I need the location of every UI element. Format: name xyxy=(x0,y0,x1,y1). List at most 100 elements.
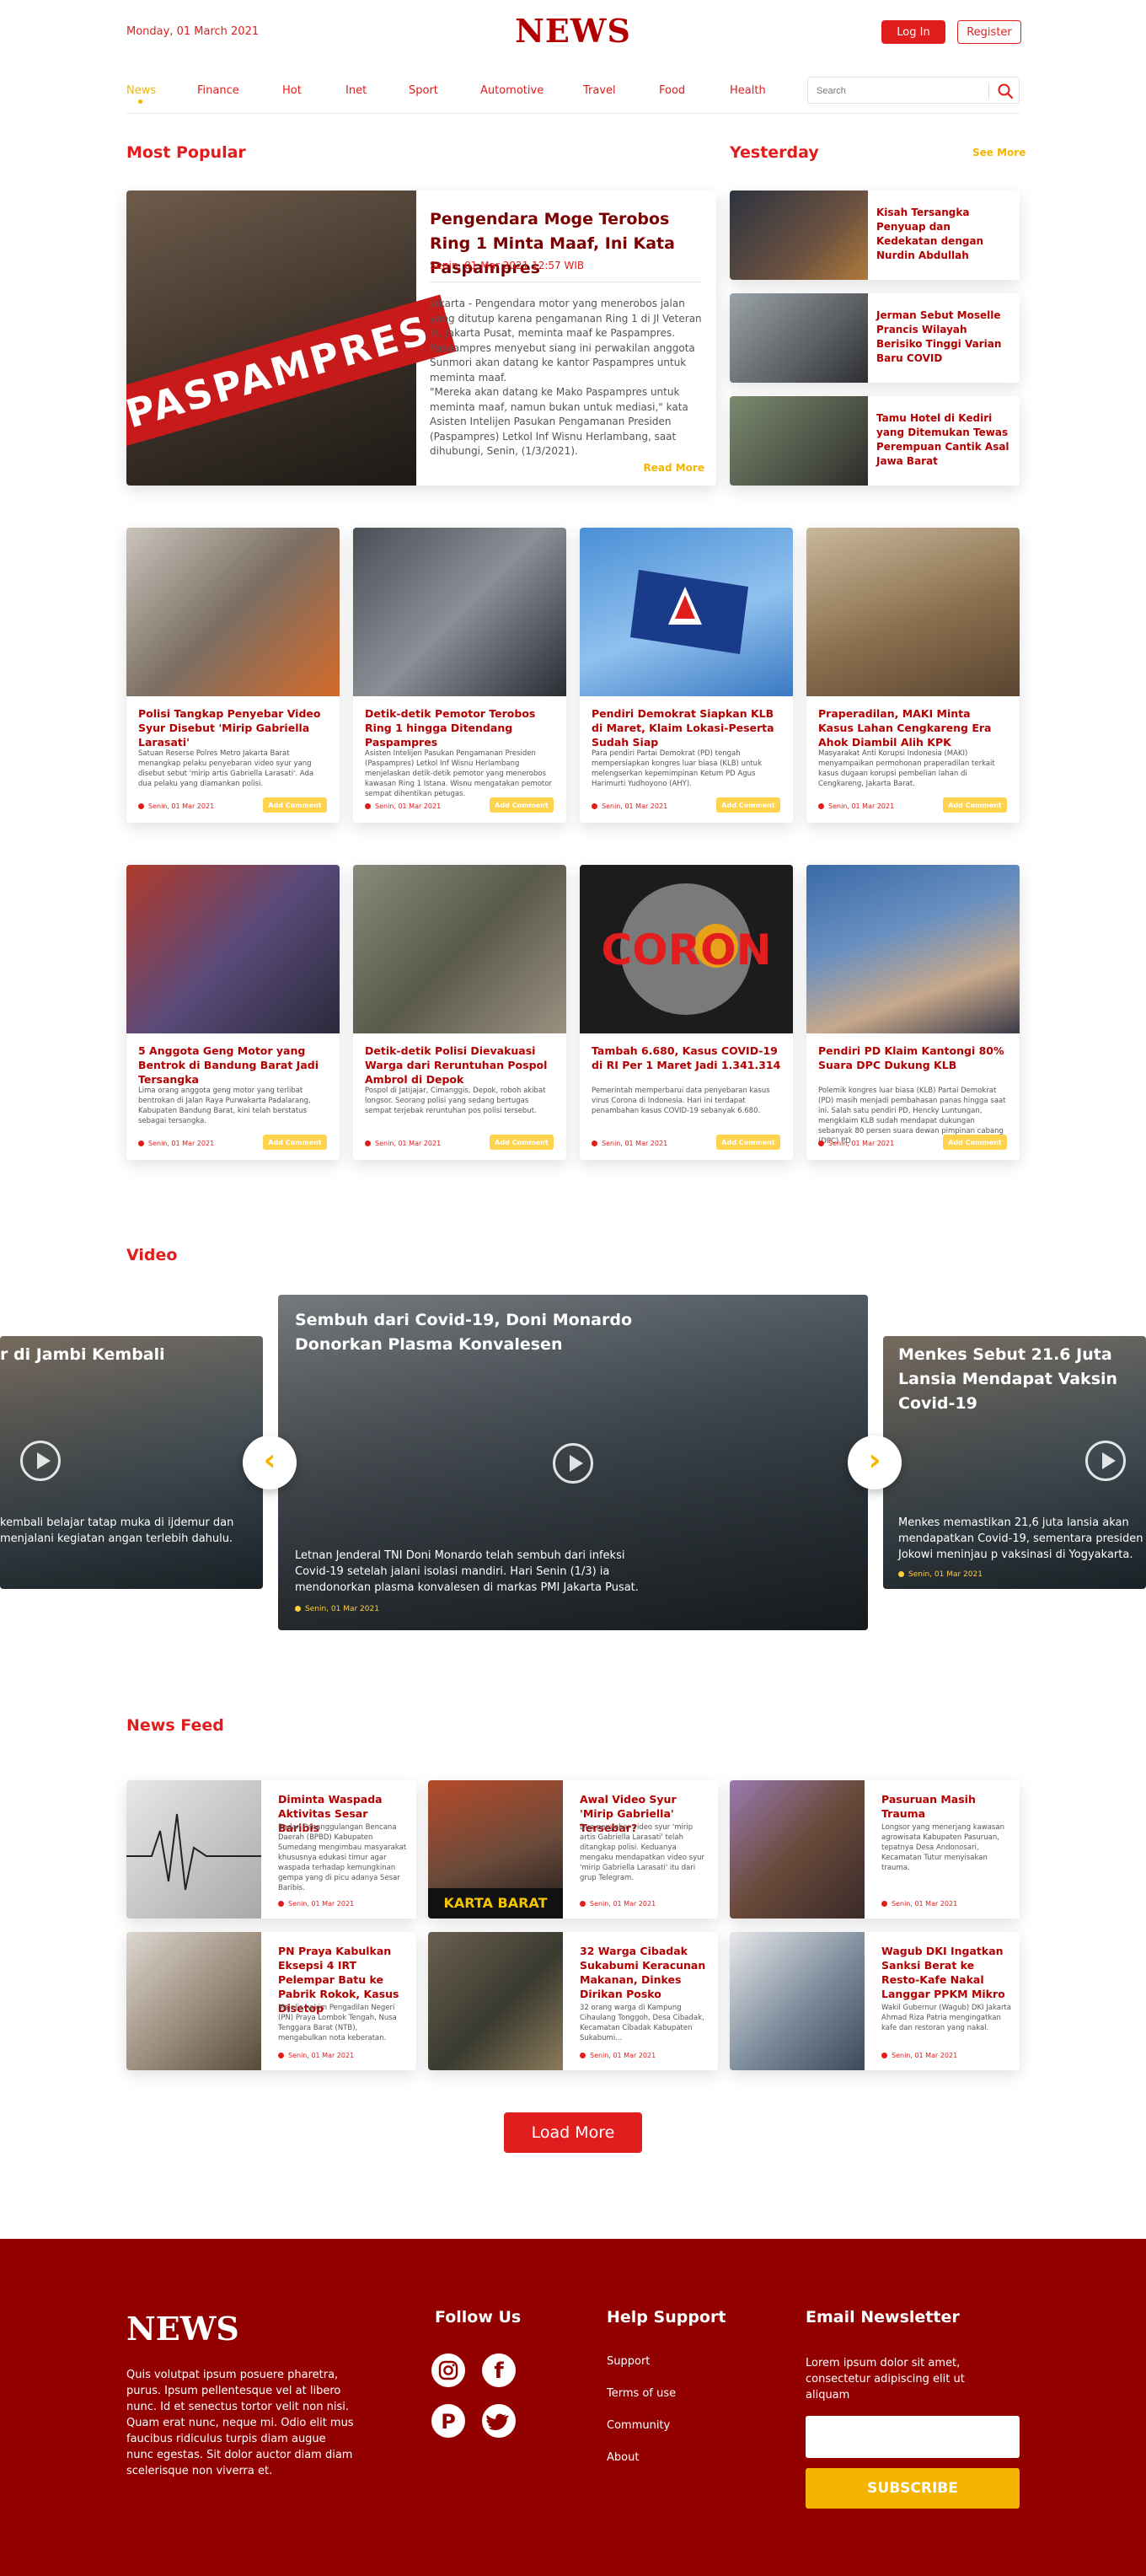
news-card-title[interactable]: Pendiri Demokrat Siapkan KLB di Maret, K… xyxy=(592,706,782,749)
yesterday-item-title[interactable]: Tamu Hotel di Kediri yang Ditemukan Tewa… xyxy=(876,411,1011,469)
feed-image-banner: KARTA BARAT xyxy=(428,1888,563,1919)
news-feed-title: News Feed xyxy=(126,1716,224,1735)
news-card-desc: Asisten Intelijen Pasukan Pengamanan Pre… xyxy=(365,749,552,798)
newsletter-email-input[interactable] xyxy=(806,2416,1020,2458)
feed-item-image xyxy=(730,1932,865,2070)
see-more-link[interactable]: See More xyxy=(972,147,1026,158)
yesterday-item-title[interactable]: Kisah Tersangka Penyuap dan Kedekatan de… xyxy=(876,206,1011,263)
add-comment-button[interactable]: Add Comment xyxy=(943,1135,1007,1150)
nav-hot[interactable]: Hot xyxy=(282,84,302,97)
news-card-title[interactable]: Tambah 6.680, Kasus COVID-19 di RI Per 1… xyxy=(592,1044,782,1072)
footer-link-terms[interactable]: Terms of use xyxy=(607,2387,676,2400)
news-card-title[interactable]: Praperadilan, MAKI Minta Kasus Lahan Cen… xyxy=(818,706,1009,749)
feed-item[interactable]: Wagub DKI Ingatkan Sanksi Berat ke Resto… xyxy=(730,1932,1020,2070)
footer-logo[interactable]: NEWS xyxy=(126,2310,239,2348)
news-card-title[interactable]: Pendiri PD Klaim Kantongi 80% Suara DPC … xyxy=(818,1044,1009,1072)
feed-item-date: Senin, 01 Mar 2021 xyxy=(278,2052,354,2059)
add-comment-button[interactable]: Add Comment xyxy=(716,797,780,813)
feed-item[interactable]: 32 Warga Cibadak Sukabumi Keracunan Maka… xyxy=(428,1932,718,2070)
news-card-image xyxy=(126,528,340,696)
feed-item-title[interactable]: Wagub DKI Ingatkan Sanksi Berat ke Resto… xyxy=(881,1944,1011,2001)
login-button[interactable]: Log In xyxy=(881,20,945,44)
news-card[interactable]: Pendiri PD Klaim Kantongi 80% Suara DPC … xyxy=(806,865,1020,1160)
news-card-image xyxy=(126,865,340,1033)
nav-travel[interactable]: Travel xyxy=(583,84,616,97)
date-dot-icon xyxy=(580,2053,586,2058)
video-main-title[interactable]: Sembuh dari Covid-19, Doni Monardo Donor… xyxy=(295,1308,649,1357)
feed-item-desc: Majelis hakim Pengadilan Negeri (PN) Pra… xyxy=(278,2004,397,2042)
footer-link-about[interactable]: About xyxy=(607,2451,639,2464)
instagram-icon[interactable] xyxy=(431,2353,465,2387)
add-comment-button[interactable]: Add Comment xyxy=(490,797,554,813)
news-card[interactable]: Polisi Tangkap Penyebar Video Syur Diseb… xyxy=(126,528,340,823)
news-card[interactable]: 5 Anggota Geng Motor yang Bentrok di Ban… xyxy=(126,865,340,1160)
search-input[interactable] xyxy=(817,83,985,99)
load-more-button[interactable]: Load More xyxy=(504,2112,642,2153)
news-card[interactable]: Detik-detik Polisi Dievakuasi Warga dari… xyxy=(353,865,566,1160)
news-card-image xyxy=(353,865,566,1033)
news-card-title[interactable]: Polisi Tangkap Penyebar Video Syur Diseb… xyxy=(138,706,329,749)
add-comment-button[interactable]: Add Comment xyxy=(263,797,327,813)
yesterday-item[interactable]: Kisah Tersangka Penyuap dan Kedekatan de… xyxy=(730,191,1020,280)
video-left-title[interactable]: r di Jambi Kembali xyxy=(0,1343,253,1367)
carousel-next-button[interactable]: › xyxy=(848,1436,902,1489)
add-comment-button[interactable]: Add Comment xyxy=(490,1135,554,1150)
video-card-left[interactable]: r di Jambi Kembali kembali belajar tatap… xyxy=(0,1336,263,1589)
featured-article[interactable]: PASPAMPRES Pengendara Moge Terobos Ring … xyxy=(126,191,716,486)
facebook-icon[interactable]: f xyxy=(482,2353,516,2387)
add-comment-button[interactable]: Add Comment xyxy=(716,1135,780,1150)
news-card[interactable]: Detik-detik Pemotor Terobos Ring 1 hingg… xyxy=(353,528,566,823)
news-card[interactable]: Pendiri Demokrat Siapkan KLB di Maret, K… xyxy=(580,528,793,823)
search-icon[interactable] xyxy=(997,83,1014,99)
read-more-link[interactable]: Read More xyxy=(644,462,705,474)
feed-item[interactable]: KARTA BARAT Awal Video Syur 'Mirip Gabri… xyxy=(428,1780,718,1919)
news-card-title[interactable]: 5 Anggota Geng Motor yang Bentrok di Ban… xyxy=(138,1044,329,1087)
video-main-date: Senin, 01 Mar 2021 xyxy=(295,1605,379,1613)
video-card-right[interactable]: Menkes Sebut 21.6 Juta Lansia Mendapat V… xyxy=(883,1336,1146,1589)
feed-item-title[interactable]: Pasuruan Masih Trauma xyxy=(881,1792,1011,1821)
feed-item-image xyxy=(126,1780,261,1919)
video-right-desc: Menkes memastikan 21,6 juta lansia akan … xyxy=(898,1516,1143,1561)
date-dot-icon xyxy=(818,1140,824,1146)
play-icon[interactable] xyxy=(553,1443,593,1484)
news-card[interactable]: Praperadilan, MAKI Minta Kasus Lahan Cen… xyxy=(806,528,1020,823)
news-card-desc: Pospol di Jatijajar, Cimanggis, Depok, r… xyxy=(365,1087,546,1115)
add-comment-button[interactable]: Add Comment xyxy=(943,797,1007,813)
date-dot-icon xyxy=(138,803,144,809)
footer-link-support[interactable]: Support xyxy=(607,2355,650,2368)
date-dot-icon xyxy=(898,1571,904,1577)
yesterday-item[interactable]: Jerman Sebut Moselle Prancis Wilayah Ber… xyxy=(730,293,1020,383)
twitter-icon[interactable] xyxy=(482,2404,516,2438)
video-right-date: Senin, 01 Mar 2021 xyxy=(898,1570,983,1579)
footer-link-community[interactable]: Community xyxy=(607,2419,670,2432)
news-card[interactable]: CORON Tambah 6.680, Kasus COVID-19 di RI… xyxy=(580,865,793,1160)
nav-health[interactable]: Health xyxy=(730,84,766,97)
feed-item-desc: Dua penyebar video syur 'mirip artis Gab… xyxy=(580,1823,705,1882)
yesterday-item[interactable]: Tamu Hotel di Kediri yang Ditemukan Tewa… xyxy=(730,396,1020,486)
play-icon[interactable] xyxy=(20,1441,61,1481)
yesterday-item-title[interactable]: Jerman Sebut Moselle Prancis Wilayah Ber… xyxy=(876,309,1011,366)
subscribe-button[interactable]: SUBSCRIBE xyxy=(806,2468,1020,2509)
register-button[interactable]: Register xyxy=(957,20,1021,44)
news-card-title[interactable]: Detik-detik Polisi Dievakuasi Warga dari… xyxy=(365,1044,555,1087)
pinterest-icon[interactable]: P xyxy=(431,2404,465,2438)
nav-automotive[interactable]: Automotive xyxy=(480,84,544,97)
nav-inet[interactable]: Inet xyxy=(345,84,367,97)
feed-item[interactable]: PN Praya Kabulkan Eksepsi 4 IRT Pelempar… xyxy=(126,1932,416,2070)
nav-sport[interactable]: Sport xyxy=(409,84,438,97)
nav-news[interactable]: News xyxy=(126,84,156,97)
add-comment-button[interactable]: Add Comment xyxy=(263,1135,327,1150)
nav-food[interactable]: Food xyxy=(659,84,685,97)
feed-item-title[interactable]: 32 Warga Cibadak Sukabumi Keracunan Maka… xyxy=(580,1944,710,2001)
carousel-prev-button[interactable]: ‹ xyxy=(243,1436,297,1489)
nav-finance[interactable]: Finance xyxy=(197,84,239,97)
news-card-title[interactable]: Detik-detik Pemotor Terobos Ring 1 hingg… xyxy=(365,706,555,749)
feed-item[interactable]: Pasuruan Masih Trauma Longsor yang mener… xyxy=(730,1780,1020,1919)
featured-body: Jakarta - Pengendara motor yang menerobo… xyxy=(430,298,702,457)
news-card-image: CORON xyxy=(580,865,793,1033)
feed-item[interactable]: Diminta Waspada Aktivitas Sesar Baribis … xyxy=(126,1780,416,1919)
video-right-title[interactable]: Menkes Sebut 21.6 Juta Lansia Mendapat V… xyxy=(898,1343,1146,1416)
play-icon[interactable] xyxy=(1085,1441,1126,1481)
site-logo[interactable]: NEWS xyxy=(497,12,649,50)
video-card-main[interactable]: Sembuh dari Covid-19, Doni Monardo Donor… xyxy=(278,1295,868,1630)
